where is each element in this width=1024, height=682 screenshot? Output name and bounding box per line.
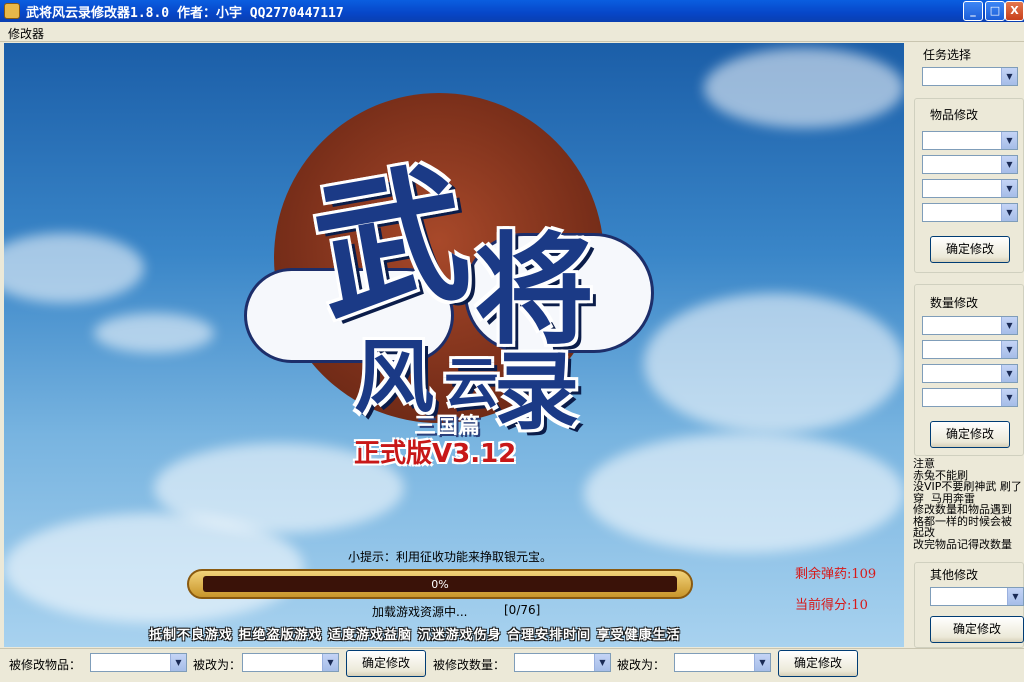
bottom-toolbar: 被修改物品： ▼ 被改为： ▼ 确定修改 被修改数量： ▼ 被改为： ▼ 确定修…: [0, 648, 1024, 682]
game-canvas[interactable]: 武 将 风 云 录 三国篇 正式版V3.12 小提示：利用征收功能来挣取银元宝。…: [4, 43, 904, 647]
other-confirm-button[interactable]: 确定修改: [930, 616, 1024, 643]
item-select-2[interactable]: ▼: [922, 155, 1018, 174]
quantity-modify-label: 数量修改: [928, 294, 981, 311]
cloud: [644, 293, 904, 433]
cloud: [4, 233, 144, 303]
app-icon: [4, 3, 20, 19]
quantity-select-4[interactable]: ▼: [922, 388, 1018, 407]
chevron-down-icon[interactable]: ▼: [1001, 317, 1017, 334]
quantity-confirm-button[interactable]: 确定修改: [930, 421, 1010, 448]
quantity-select-3[interactable]: ▼: [922, 364, 1018, 383]
item-select-1[interactable]: ▼: [922, 131, 1018, 150]
change-to-label-1: 被改为：: [193, 658, 242, 672]
bottom-confirm-button-1[interactable]: 确定修改: [346, 650, 426, 677]
other-modify-label: 其他修改: [928, 566, 981, 583]
minimize-button[interactable]: _: [963, 1, 983, 21]
quantity-change-to-select[interactable]: ▼: [674, 653, 771, 672]
quantity-select-1[interactable]: ▼: [922, 316, 1018, 335]
close-button[interactable]: X: [1005, 1, 1024, 21]
chevron-down-icon[interactable]: ▼: [594, 654, 610, 671]
loading-tip: 小提示：利用征收功能来挣取银元宝。: [348, 550, 553, 564]
logo-char-lu: 录: [494, 342, 580, 442]
progress-percent: 0%: [431, 578, 449, 591]
chevron-down-icon[interactable]: ▼: [1001, 68, 1017, 85]
cloud: [94, 313, 214, 353]
maximize-button[interactable]: □: [985, 1, 1005, 21]
change-to-label-2: 被改为：: [617, 658, 666, 672]
modified-quantity-select[interactable]: ▼: [514, 653, 611, 672]
notes-text: 注意 赤兔不能刷 没VIP不要刷神武 刷了 穿 马用奔雷 修改数量和物品遇到 格…: [913, 458, 1022, 550]
ammo-remaining: 剩余弹药:109: [795, 567, 877, 582]
version-label: 正式版V3.12: [354, 439, 517, 469]
bottom-confirm-button-2[interactable]: 确定修改: [778, 650, 858, 677]
chevron-down-icon[interactable]: ▼: [1001, 204, 1017, 221]
task-select-label: 任务选择: [921, 46, 974, 63]
chevron-down-icon[interactable]: ▼: [1001, 365, 1017, 382]
chevron-down-icon[interactable]: ▼: [1001, 341, 1017, 358]
chevron-down-icon[interactable]: ▼: [170, 654, 186, 671]
chevron-down-icon[interactable]: ▼: [1007, 588, 1023, 605]
chevron-down-icon[interactable]: ▼: [1001, 389, 1017, 406]
item-modify-label: 物品修改: [928, 106, 981, 123]
loading-text: 加载游戏资源中...: [372, 605, 468, 619]
loading-count: [0/76]: [504, 603, 541, 617]
item-change-to-select[interactable]: ▼: [242, 653, 339, 672]
logo-char-yun: 云: [444, 350, 500, 415]
progress-track: 0%: [203, 576, 677, 592]
current-score: 当前得分:10: [795, 598, 868, 613]
progress-bar: 0%: [187, 569, 693, 599]
title-bar: 武将风云录修改器1.8.0 作者：小宇 QQ2770447117 _ □ X: [0, 0, 1024, 22]
item-label: 被修改物品：: [9, 658, 82, 672]
item-confirm-button[interactable]: 确定修改: [930, 236, 1010, 263]
chevron-down-icon[interactable]: ▼: [1001, 180, 1017, 197]
chevron-down-icon[interactable]: ▼: [1001, 132, 1017, 149]
menu-item-modifier[interactable]: 修改器: [8, 25, 44, 42]
health-advice: 抵制不良游戏 拒绝盗版游戏 适度游戏益脑 沉迷游戏伤身 合理安排时间 享受健康生…: [149, 628, 681, 643]
item-select-3[interactable]: ▼: [922, 179, 1018, 198]
cloud: [704, 48, 904, 128]
modified-item-select[interactable]: ▼: [90, 653, 187, 672]
quantity-label: 被修改数量：: [433, 658, 506, 672]
window-title: 武将风云录修改器1.8.0 作者：小宇 QQ2770447117: [26, 6, 344, 21]
task-select[interactable]: ▼: [922, 67, 1018, 86]
quantity-select-2[interactable]: ▼: [922, 340, 1018, 359]
chevron-down-icon[interactable]: ▼: [322, 654, 338, 671]
game-logo: 武 将 风 云 录 三国篇: [244, 83, 664, 463]
menu-bar: 修改器: [0, 22, 1024, 42]
chevron-down-icon[interactable]: ▼: [754, 654, 770, 671]
other-select[interactable]: ▼: [930, 587, 1024, 606]
chevron-down-icon[interactable]: ▼: [1001, 156, 1017, 173]
item-select-4[interactable]: ▼: [922, 203, 1018, 222]
